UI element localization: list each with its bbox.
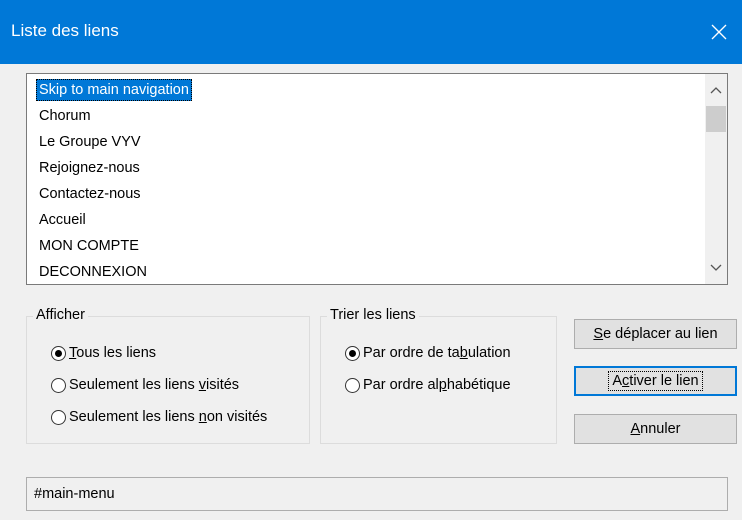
chevron-up-icon bbox=[710, 87, 722, 94]
radio-label: Seulement les liens non visités bbox=[69, 409, 268, 425]
list-item[interactable]: MON COMPTE bbox=[27, 233, 703, 259]
radio-button[interactable] bbox=[345, 345, 360, 361]
move-to-link-label: Se déplacer au lien bbox=[593, 326, 718, 342]
list-item-label: DECONNEXION bbox=[39, 264, 147, 280]
afficher-legend: Afficher bbox=[33, 307, 88, 323]
window-title: Liste des liens bbox=[11, 21, 119, 40]
close-icon bbox=[711, 24, 727, 40]
list-item[interactable]: Le Groupe VYV bbox=[27, 129, 703, 155]
radio-label: Par ordre alphabétique bbox=[363, 377, 511, 393]
cancel-button[interactable]: Annuler bbox=[574, 414, 737, 444]
radio-dot bbox=[349, 349, 356, 357]
radio-tab-order[interactable]: Par ordre de tabulation bbox=[345, 345, 511, 361]
radio-button[interactable] bbox=[51, 409, 66, 425]
list-item[interactable]: Chorum bbox=[27, 103, 703, 129]
radio-alpha-order[interactable]: Par ordre alphabétique bbox=[345, 377, 511, 393]
scroll-down-button[interactable] bbox=[705, 256, 727, 280]
list-item-label: Chorum bbox=[39, 108, 91, 124]
scroll-up-button[interactable] bbox=[705, 78, 727, 102]
list-item-label: Le Groupe VYV bbox=[39, 134, 141, 150]
radio-label: Seulement les liens visités bbox=[69, 377, 240, 393]
links-listbox[interactable]: Skip to main navigation Chorum Le Groupe… bbox=[26, 73, 728, 285]
list-item-label: Contactez-nous bbox=[39, 186, 141, 202]
list-item-label: Accueil bbox=[39, 212, 86, 228]
cancel-label: Annuler bbox=[630, 421, 681, 437]
selected-link-url-field: #main-menu bbox=[26, 477, 728, 511]
activate-link-label: Activer le lien bbox=[608, 371, 703, 391]
radio-button[interactable] bbox=[51, 377, 66, 393]
activate-link-button[interactable]: Activer le lien bbox=[574, 366, 737, 396]
title-bar: Liste des liens bbox=[0, 0, 742, 64]
list-item[interactable]: Skip to main navigation bbox=[27, 77, 703, 103]
list-item[interactable]: DECONNEXION bbox=[27, 259, 703, 284]
radio-label: Tous les liens bbox=[69, 345, 157, 361]
links-list: Skip to main navigation Chorum Le Groupe… bbox=[27, 77, 703, 284]
list-item[interactable]: Rejoignez-nous bbox=[27, 155, 703, 181]
radio-button[interactable] bbox=[345, 377, 360, 393]
list-item[interactable]: Accueil bbox=[27, 207, 703, 233]
radio-all-links[interactable]: Tous les liens bbox=[51, 345, 156, 361]
scroll-thumb[interactable] bbox=[706, 106, 726, 132]
move-to-link-button[interactable]: Se déplacer au lien bbox=[574, 319, 737, 349]
radio-visited-links[interactable]: Seulement les liens visités bbox=[51, 377, 239, 393]
list-item-label: MON COMPTE bbox=[39, 238, 139, 254]
list-item-label: Rejoignez-nous bbox=[39, 160, 140, 176]
chevron-down-icon bbox=[710, 264, 722, 271]
trier-group: Trier les liens Par ordre de tabulation … bbox=[320, 307, 557, 444]
list-item[interactable]: Contactez-nous bbox=[27, 181, 703, 207]
radio-button[interactable] bbox=[51, 345, 66, 361]
afficher-group: Afficher Tous les liens Seulement les li… bbox=[26, 307, 310, 444]
radio-label: Par ordre de tabulation bbox=[363, 345, 511, 361]
list-item-label: Skip to main navigation bbox=[36, 79, 192, 101]
radio-dot bbox=[55, 349, 62, 357]
vertical-scrollbar[interactable] bbox=[705, 74, 727, 284]
close-button[interactable] bbox=[696, 0, 742, 64]
radio-unvisited-links[interactable]: Seulement les liens non visités bbox=[51, 409, 267, 425]
trier-legend: Trier les liens bbox=[327, 307, 419, 323]
